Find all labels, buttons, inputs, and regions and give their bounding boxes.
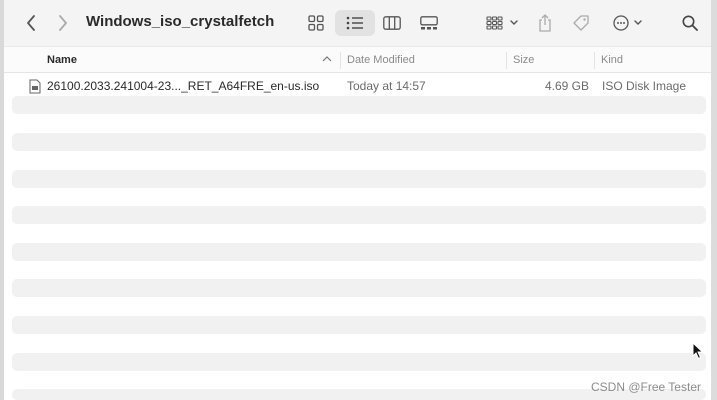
empty-row: [12, 96, 706, 114]
empty-row: [12, 133, 706, 151]
group-by-button[interactable]: [482, 10, 524, 36]
empty-row: [12, 353, 706, 371]
column-divider[interactable]: [506, 52, 507, 69]
chevron-right-icon: [59, 15, 67, 31]
chevron-left-icon: [27, 15, 35, 31]
empty-row: [12, 206, 706, 224]
column-header-name[interactable]: Name: [47, 47, 77, 73]
watermark: CSDN @Free Tester: [591, 380, 701, 394]
sort-ascending-icon: [322, 56, 332, 62]
list-view-button[interactable]: [335, 10, 375, 36]
search-button[interactable]: [678, 10, 702, 36]
empty-row: [12, 279, 706, 297]
window-title: Windows_iso_crystalfetch: [86, 13, 275, 30]
gallery-view-button[interactable]: [416, 10, 442, 36]
column-header-size[interactable]: Size: [513, 47, 534, 73]
column-divider[interactable]: [340, 52, 341, 69]
more-icon: [613, 15, 642, 31]
empty-row: [12, 170, 706, 188]
mouse-cursor-icon: [692, 342, 704, 360]
file-date-modified: Today at 14:57: [347, 79, 426, 93]
column-view-icon: [383, 16, 401, 30]
file-kind: ISO Disk Image: [602, 79, 687, 93]
share-icon: [539, 14, 551, 32]
tags-button[interactable]: [569, 10, 593, 36]
more-actions-button[interactable]: [609, 10, 649, 36]
window-scrollbar-edge[interactable]: [711, 0, 717, 400]
empty-row: [12, 243, 706, 261]
group-icon: [486, 16, 518, 30]
search-icon: [682, 15, 698, 31]
icon-view-button[interactable]: [304, 10, 328, 36]
file-row[interactable]: 26100.2033.241004-23..._RET_A64FRE_en-us…: [12, 77, 706, 97]
forward-button[interactable]: [52, 10, 74, 36]
finder-window: Windows_iso_crystalfetch Name Date Modif…: [0, 0, 717, 400]
column-header-kind[interactable]: Kind: [601, 47, 623, 73]
file-name: 26100.2033.241004-23..._RET_A64FRE_en-us…: [47, 79, 320, 93]
tag-icon: [573, 15, 589, 31]
column-header: Name Date Modified Size Kind: [4, 46, 711, 73]
column-header-date-modified[interactable]: Date Modified: [347, 47, 415, 73]
grid-view-icon: [308, 15, 324, 31]
list-view-icon: [346, 16, 363, 30]
back-button[interactable]: [20, 10, 42, 36]
column-view-button[interactable]: [379, 10, 405, 36]
empty-row: [12, 316, 706, 334]
gallery-view-icon: [420, 16, 438, 30]
share-button[interactable]: [534, 10, 556, 36]
column-divider[interactable]: [594, 52, 595, 69]
disk-image-file-icon: [29, 79, 41, 94]
toolbar: Windows_iso_crystalfetch: [4, 0, 711, 46]
file-size: 4.69 GB: [544, 79, 589, 93]
